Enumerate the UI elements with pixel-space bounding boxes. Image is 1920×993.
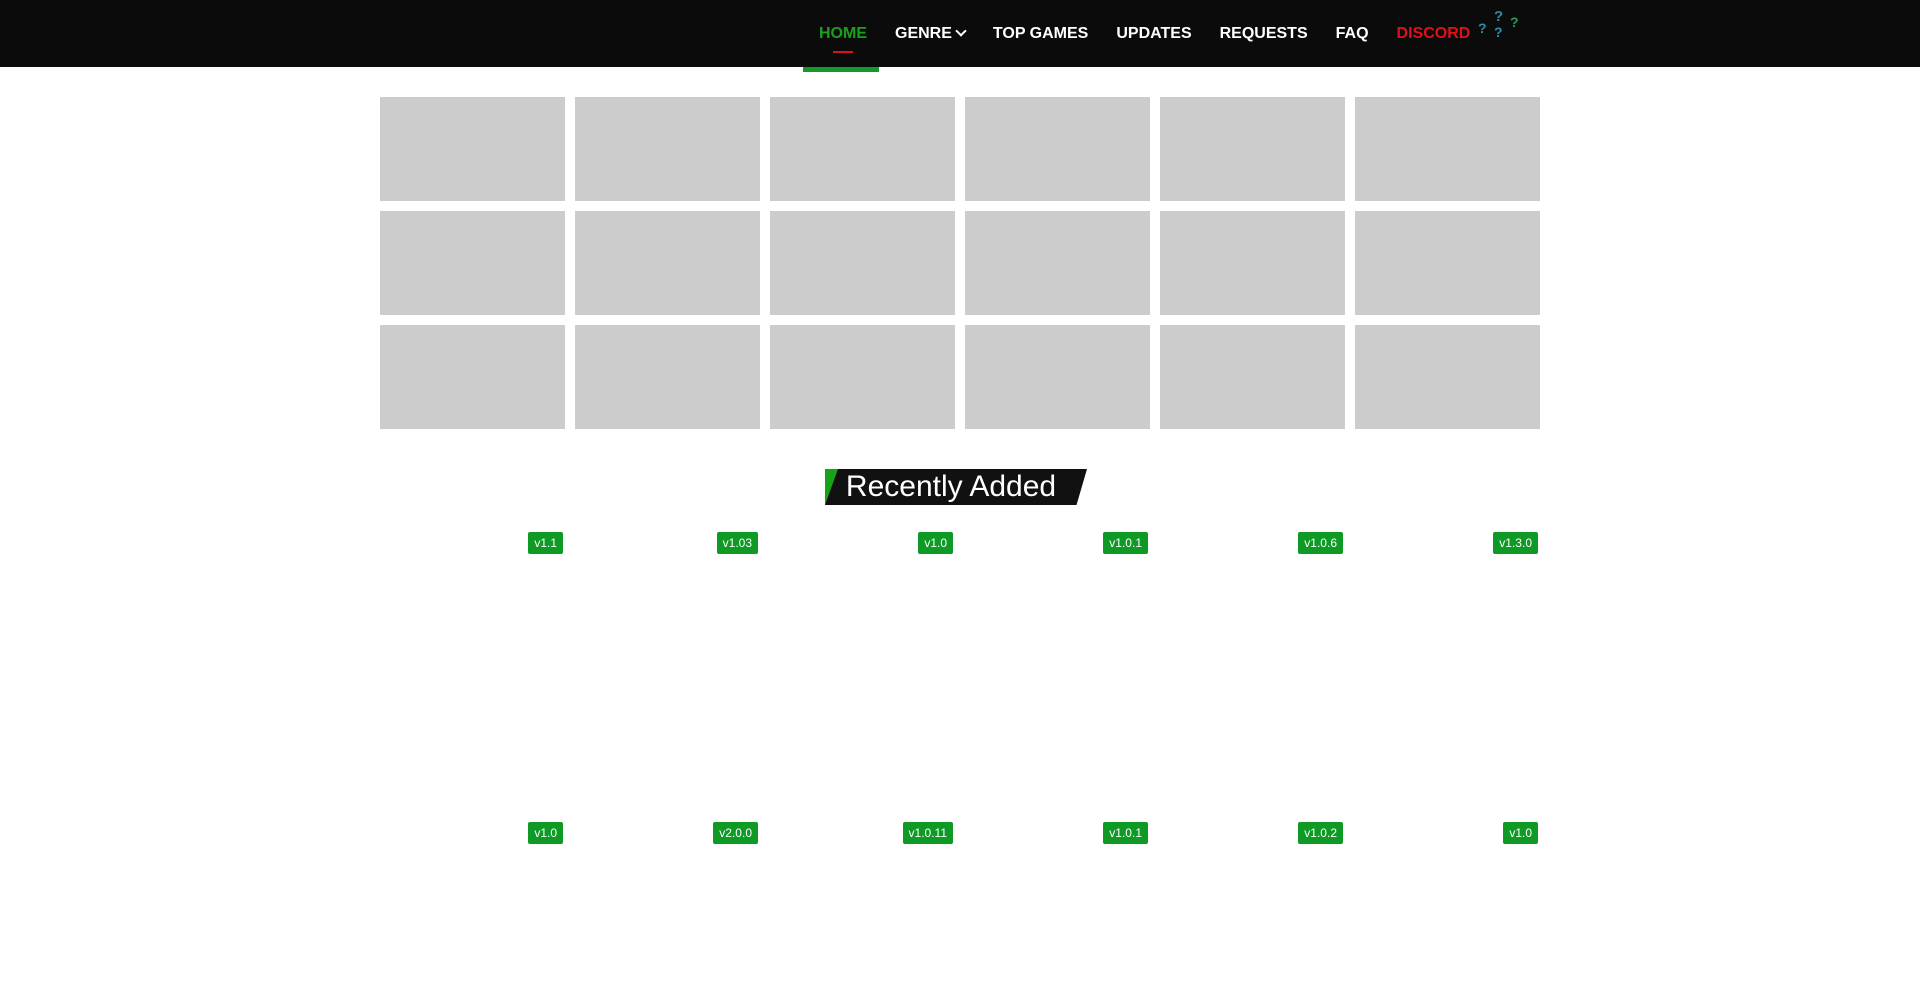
featured-game-tile[interactable] (965, 325, 1150, 429)
nav-home[interactable]: HOME (805, 0, 881, 67)
version-badge: v2.0.0 (713, 822, 758, 844)
version-badge: v1.0.1 (1103, 532, 1148, 554)
nav-updates[interactable]: UPDATES (1102, 0, 1205, 67)
nav-faq-label: FAQ (1335, 25, 1369, 42)
nav-top-games-label: TOP GAMES (992, 25, 1089, 42)
featured-game-tile[interactable] (1160, 211, 1345, 315)
featured-game-tile[interactable] (1355, 211, 1540, 315)
nav-requests-label: REQUESTS (1219, 25, 1308, 42)
version-badge: v1.0.1 (1103, 822, 1148, 844)
social-icons: ? ? ? ? (1476, 6, 1522, 46)
featured-game-tile[interactable] (1160, 97, 1345, 201)
top-navbar: HOME GENRE TOP GAMES UPDATES REQUESTS FA… (0, 0, 1920, 67)
featured-game-tile[interactable] (575, 325, 760, 429)
nav-active-indicator (833, 51, 853, 53)
recently-added-heading: Recently Added (825, 469, 1087, 505)
unknown-icon[interactable]: ? (1494, 24, 1503, 40)
featured-game-tile[interactable] (575, 211, 760, 315)
featured-game-tile[interactable] (380, 211, 565, 315)
nav-genre-label: GENRE (895, 25, 952, 42)
nav-discord-label: DISCORD (1396, 25, 1471, 42)
featured-game-tile[interactable] (965, 97, 1150, 201)
featured-game-tile[interactable] (1355, 97, 1540, 201)
version-badge: v1.0.11 (902, 822, 953, 844)
nav-discord[interactable]: DISCORD (1383, 0, 1485, 67)
featured-game-tile[interactable] (1160, 325, 1345, 429)
featured-game-tile[interactable] (575, 97, 760, 201)
unknown-icon[interactable]: ? (1478, 20, 1487, 36)
active-tab-bar (803, 67, 879, 72)
recently-added-title: Recently Added (845, 470, 1057, 503)
unknown-icon[interactable]: ? (1510, 14, 1519, 30)
nav-updates-label: UPDATES (1116, 25, 1192, 42)
nav-top-games[interactable]: TOP GAMES (979, 0, 1102, 67)
nav-home-label: HOME (819, 25, 867, 42)
nav-faq[interactable]: FAQ (1322, 0, 1383, 67)
nav-requests[interactable]: REQUESTS (1206, 0, 1322, 67)
version-badge: v1.0.2 (1298, 822, 1343, 844)
featured-game-tile[interactable] (380, 97, 565, 201)
featured-game-tile[interactable] (1355, 325, 1540, 429)
featured-game-tile[interactable] (965, 211, 1150, 315)
version-badge: v1.03 (716, 532, 758, 554)
chevron-down-icon (955, 25, 967, 37)
version-badge: v1.0.6 (1298, 532, 1343, 554)
version-badge: v1.0 (918, 532, 953, 554)
version-badge: v1.0 (1503, 822, 1538, 844)
nav-genre[interactable]: GENRE (881, 0, 979, 67)
featured-grid (380, 97, 1540, 429)
featured-game-tile[interactable] (770, 325, 955, 429)
featured-game-tile[interactable] (770, 211, 955, 315)
version-badge: v1.0 (528, 822, 563, 844)
version-badge: v1.3.0 (1493, 532, 1538, 554)
unknown-icon[interactable]: ? (1494, 8, 1503, 25)
main-nav: HOME GENRE TOP GAMES UPDATES REQUESTS FA… (805, 0, 1484, 67)
featured-game-tile[interactable] (380, 325, 565, 429)
featured-game-tile[interactable] (770, 97, 955, 201)
version-badge: v1.1 (528, 532, 563, 554)
